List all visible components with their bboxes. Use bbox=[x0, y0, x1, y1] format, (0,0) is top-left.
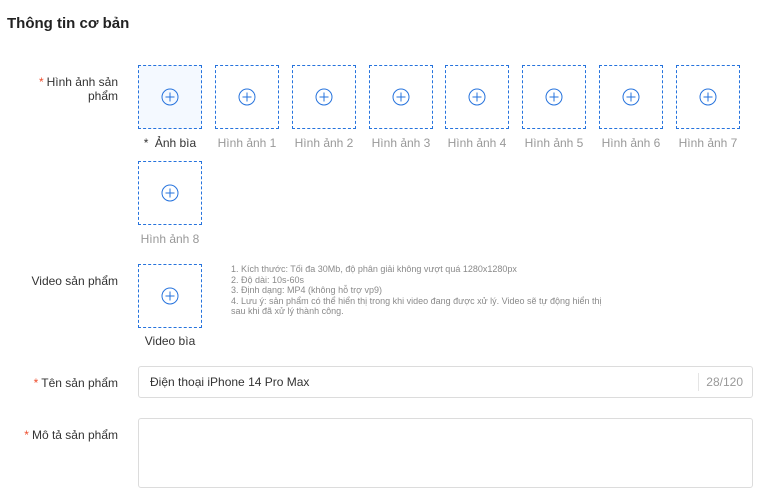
plus-circle-icon bbox=[161, 184, 179, 202]
video-note: 1. Kích thước: Tối đa 30Mb, độ phân giải… bbox=[231, 264, 517, 274]
video-requirements: 1. Kích thước: Tối đa 30Mb, độ phân giải… bbox=[231, 264, 651, 317]
image-label-5: Hình ảnh 5 bbox=[524, 136, 584, 150]
image-upload-2[interactable] bbox=[292, 65, 356, 129]
video-note: sau khi đã xử lý thành công. bbox=[231, 306, 344, 316]
image-label-1: Hình ảnh 1 bbox=[217, 136, 277, 150]
image-upload-5[interactable] bbox=[522, 65, 586, 129]
video-note: 4. Lưu ý: sản phẩm có thể hiển thị trong… bbox=[231, 295, 602, 306]
video-note: 2. Độ dài: 10s-60s bbox=[231, 274, 305, 285]
image-label-6: Hình ảnh 6 bbox=[601, 136, 661, 150]
video-label: Video sản phẩm bbox=[31, 274, 118, 288]
plus-circle-icon bbox=[545, 88, 563, 106]
plus-circle-icon bbox=[161, 287, 179, 305]
name-label-text: Tên sản phẩm bbox=[41, 376, 118, 390]
plus-circle-icon bbox=[238, 88, 256, 106]
image-label-2: Hình ảnh 2 bbox=[294, 136, 354, 150]
image-label-3: Hình ảnh 3 bbox=[371, 136, 431, 150]
product-name-input[interactable]: Điện thoại iPhone 14 Pro Max bbox=[139, 375, 698, 389]
image-upload-7[interactable] bbox=[676, 65, 740, 129]
description-label-text: Mô tả sản phẩm bbox=[31, 428, 118, 442]
required-mark: * bbox=[143, 136, 149, 150]
char-counter: 28/120 bbox=[698, 373, 752, 391]
product-name-field[interactable]: Điện thoại iPhone 14 Pro Max 28/120 bbox=[138, 366, 753, 398]
description-textarea[interactable] bbox=[138, 418, 753, 488]
video-cover-label: Video bìa bbox=[144, 334, 196, 348]
required-mark: * bbox=[33, 376, 39, 390]
images-label-text: Hình ảnh sản phẩm bbox=[46, 75, 118, 103]
image-upload-1[interactable] bbox=[215, 65, 279, 129]
image-label-8: Hình ảnh 8 bbox=[140, 232, 200, 246]
required-mark: * bbox=[38, 75, 44, 89]
section-title: Thông tin cơ bản bbox=[7, 15, 130, 32]
plus-circle-icon bbox=[161, 88, 179, 106]
cover-image-label-text: Ảnh bìa bbox=[154, 136, 197, 150]
plus-circle-icon bbox=[699, 88, 717, 106]
cover-image-upload[interactable] bbox=[138, 65, 202, 129]
plus-circle-icon bbox=[315, 88, 333, 106]
cover-image-label: * Ảnh bìa bbox=[130, 136, 210, 150]
image-upload-3[interactable] bbox=[369, 65, 433, 129]
image-upload-6[interactable] bbox=[599, 65, 663, 129]
video-upload[interactable] bbox=[138, 264, 202, 328]
plus-circle-icon bbox=[468, 88, 486, 106]
required-mark: * bbox=[24, 428, 29, 442]
plus-circle-icon bbox=[622, 88, 640, 106]
video-note: 3. Định dạng: MP4 (không hỗ trợ vp9) bbox=[231, 285, 382, 295]
name-label: * Tên sản phẩm bbox=[6, 376, 118, 390]
image-label-4: Hình ảnh 4 bbox=[447, 136, 507, 150]
image-upload-8[interactable] bbox=[138, 161, 202, 225]
images-label: * Hình ảnh sản phẩm bbox=[6, 75, 118, 103]
description-label: * Mô tả sản phẩm bbox=[6, 428, 118, 442]
plus-circle-icon bbox=[392, 88, 410, 106]
image-label-7: Hình ảnh 7 bbox=[678, 136, 738, 150]
image-upload-4[interactable] bbox=[445, 65, 509, 129]
